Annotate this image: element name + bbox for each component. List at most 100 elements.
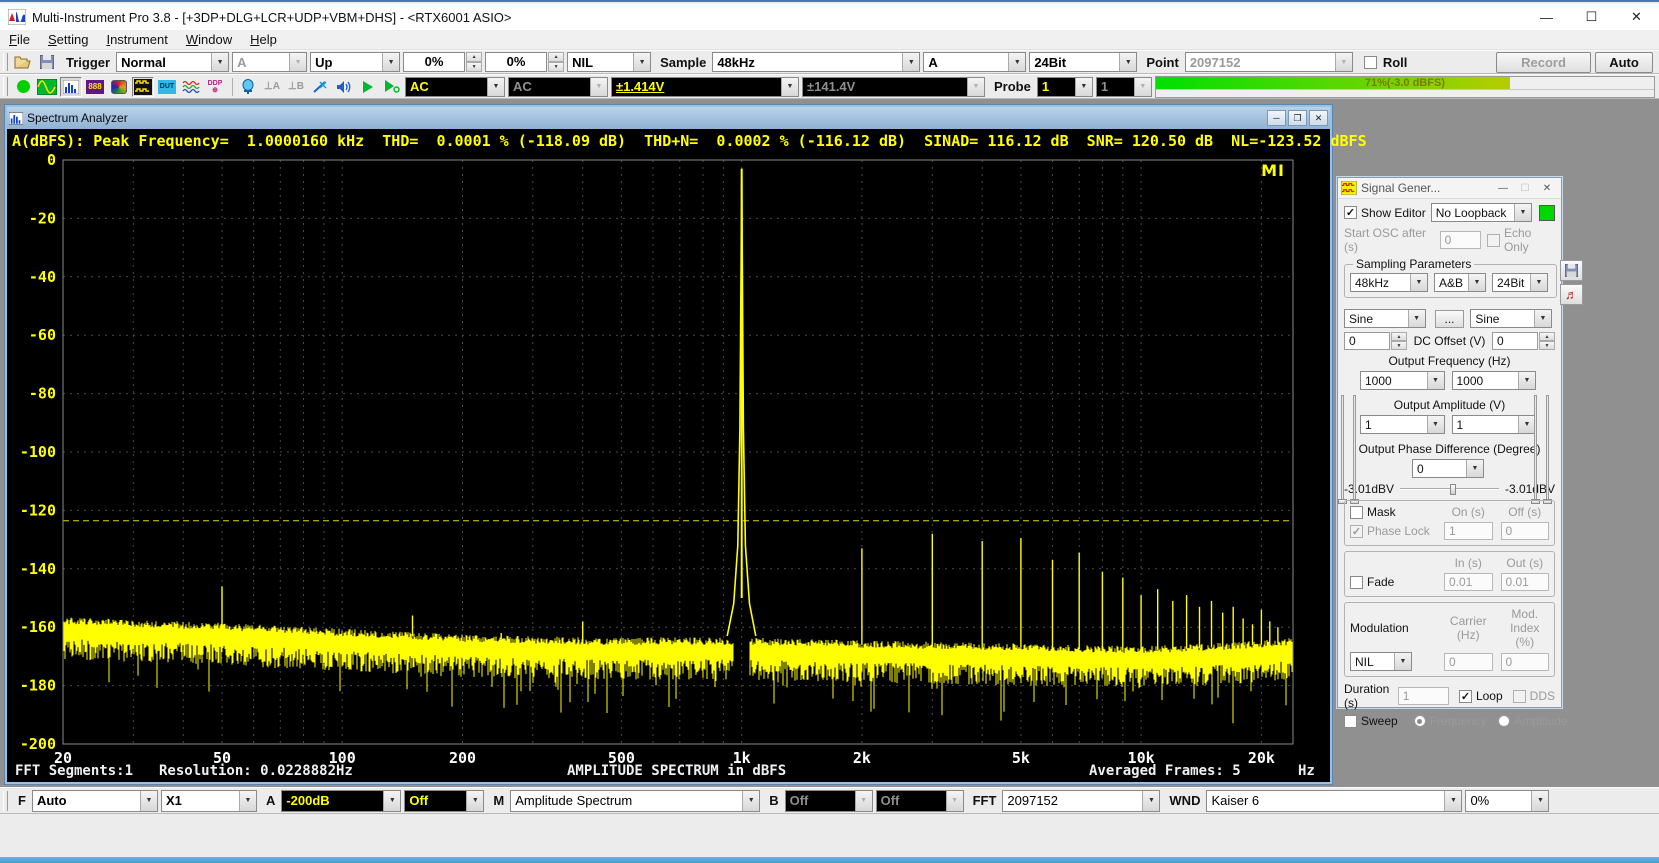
device-test-plan-icon[interactable]: DUT: [156, 77, 178, 97]
minimize-button[interactable]: —: [1492, 183, 1514, 194]
fade-checkbox[interactable]: [1350, 576, 1363, 589]
phase-lock-label: Phase Lock: [1367, 524, 1430, 538]
frequency-axis-select[interactable]: Auto▼: [32, 790, 158, 812]
menu-file[interactable]: File: [0, 32, 39, 47]
hpf-select[interactable]: NIL▼: [567, 52, 651, 72]
dc-offset-a-input[interactable]: 0: [1344, 332, 1390, 350]
spin-up-icon[interactable]: ▲: [548, 52, 564, 62]
amplitude-a-select[interactable]: 1▼: [1360, 415, 1445, 434]
loopback-select[interactable]: No Loopback▼: [1431, 203, 1532, 222]
toolbar-grip[interactable]: [3, 53, 8, 71]
phase-select[interactable]: 0▼: [1412, 459, 1484, 478]
waveform-b-select[interactable]: Sine▼: [1470, 309, 1552, 328]
auto-button-label: Auto: [1609, 55, 1639, 70]
chevron-down-icon: ▼: [946, 791, 963, 811]
music-note-button[interactable]: ♬: [1560, 284, 1583, 305]
fft-size-select[interactable]: 2097152▼: [1002, 790, 1160, 812]
close-button[interactable]: ✕: [1309, 110, 1328, 126]
signal-generator-title-bar[interactable]: Signal Gener... — ☐ ✕: [1338, 178, 1561, 199]
fade-in-input: 0.01: [1444, 573, 1493, 591]
gauge-icon[interactable]: [108, 77, 130, 97]
gen-sample-rate-select[interactable]: 48kHz▼: [1350, 273, 1428, 292]
spectrum-plot[interactable]: 0-20-40-60-80-100-120-140-160-180-200205…: [7, 129, 1330, 782]
trigger-source-value: A: [233, 55, 289, 70]
measurement-type-select[interactable]: Amplitude Spectrum▼: [510, 790, 760, 812]
sweep-checkbox[interactable]: [1344, 715, 1357, 728]
ground-b-icon[interactable]: ⊥B: [285, 77, 307, 97]
dc-offset-b-stepper[interactable]: ▲▼: [1539, 332, 1555, 350]
dc-offset-b-input[interactable]: 0: [1492, 332, 1538, 350]
gen-bits-select[interactable]: 24Bit▼: [1492, 273, 1548, 292]
play-record-icon[interactable]: [381, 77, 403, 97]
generator-run-indicator[interactable]: [1539, 205, 1555, 221]
toolbar-grip[interactable]: [3, 77, 8, 95]
save-file-icon[interactable]: [36, 52, 58, 72]
spectrum-analyzer-icon[interactable]: [60, 77, 82, 97]
open-file-icon[interactable]: [12, 52, 34, 72]
bell-icon[interactable]: [237, 77, 259, 97]
play-icon[interactable]: [357, 77, 379, 97]
restore-button[interactable]: ❐: [1288, 110, 1307, 126]
probe-a-select[interactable]: 1▼: [1037, 77, 1093, 97]
a-mode-select[interactable]: Off▼: [404, 790, 484, 812]
minimize-button[interactable]: ─: [1267, 110, 1286, 126]
menu-help[interactable]: Help: [241, 32, 286, 47]
trigger-delay-stepper[interactable]: 0% ▲▼: [485, 52, 564, 72]
modulation-type-select[interactable]: NIL▼: [1350, 652, 1412, 671]
spectrum-analyzer-window: Spectrum Analyzer ─ ❐ ✕ 0-20-40-60-80-10…: [5, 105, 1332, 784]
roll-checkbox[interactable]: [1364, 56, 1377, 69]
trigger-edge-select[interactable]: Up▼: [310, 52, 400, 72]
chevron-down-icon: ▼: [742, 791, 759, 811]
waveform-more-button[interactable]: ...: [1435, 310, 1465, 328]
toolbar-grip[interactable]: [3, 791, 8, 811]
minimize-button[interactable]: —: [1524, 4, 1569, 30]
sample-rate-select[interactable]: 48kHz▼: [712, 52, 920, 72]
chevron-down-icon: ▼: [1075, 78, 1092, 96]
zoom-select[interactable]: X1▼: [161, 790, 257, 812]
run-stop-icon[interactable]: [12, 77, 34, 97]
carrier-label: Carrier (Hz): [1444, 614, 1493, 642]
dc-offset-a-stepper[interactable]: ▲▼: [1391, 332, 1407, 350]
mask-checkbox[interactable]: [1350, 506, 1363, 519]
multimeter-icon[interactable]: 888: [84, 77, 106, 97]
amplitude-b-select[interactable]: 1▼: [1452, 415, 1537, 434]
waveform-a-select[interactable]: Sine▼: [1344, 309, 1426, 328]
frequency-b-select[interactable]: 1000▼: [1452, 371, 1537, 390]
probe-cal-icon[interactable]: [309, 77, 331, 97]
waveform-a-value: Sine: [1345, 312, 1408, 326]
window-function-select[interactable]: Kaiser 6▼: [1206, 790, 1462, 812]
menu-setting[interactable]: Setting: [39, 32, 97, 47]
oscilloscope-icon[interactable]: [36, 77, 58, 97]
show-editor-checkbox[interactable]: [1344, 206, 1357, 219]
bit-depth-select[interactable]: 24Bit▼: [1029, 52, 1137, 72]
save-waveform-button[interactable]: [1560, 260, 1583, 281]
a-range-select[interactable]: -200dB▼: [281, 790, 401, 812]
balance-slider[interactable]: [1400, 483, 1499, 495]
waveform-compare-icon[interactable]: [180, 77, 202, 97]
maximize-button[interactable]: ☐: [1569, 4, 1614, 30]
signal-generator-icon[interactable]: [132, 77, 154, 97]
close-button[interactable]: ✕: [1536, 183, 1558, 194]
ddp-viewer-icon[interactable]: DDP⊕: [204, 77, 226, 97]
coupling-a-select[interactable]: AC▼: [405, 77, 505, 97]
loop-checkbox[interactable]: [1459, 690, 1472, 703]
menu-window[interactable]: Window: [177, 32, 241, 47]
overlap-select[interactable]: 0%▼: [1465, 790, 1549, 812]
spin-down-icon[interactable]: ▼: [466, 62, 482, 72]
frequency-a-select[interactable]: 1000▼: [1360, 371, 1445, 390]
gen-channels-select[interactable]: A&B▼: [1434, 273, 1486, 292]
trigger-mode-select[interactable]: Normal▼: [116, 52, 229, 72]
trigger-level-stepper[interactable]: 0% ▲▼: [403, 52, 482, 72]
menu-instrument[interactable]: Instrument: [97, 32, 176, 47]
close-button[interactable]: ✕: [1614, 4, 1659, 30]
coupling-b-value: AC: [509, 79, 590, 94]
speaker-icon[interactable]: [333, 77, 355, 97]
balance-slider-thumb[interactable]: [1450, 484, 1456, 495]
spin-down-icon[interactable]: ▼: [548, 62, 564, 72]
auto-button[interactable]: Auto: [1595, 52, 1653, 73]
sample-channel-select[interactable]: A▼: [923, 52, 1026, 72]
spectrum-analyzer-title-bar[interactable]: Spectrum Analyzer ─ ❐ ✕: [7, 107, 1330, 129]
range-a-select[interactable]: ±1.414V▼: [611, 77, 799, 97]
ground-a-icon[interactable]: ⊥A: [261, 77, 283, 97]
spin-up-icon[interactable]: ▲: [466, 52, 482, 62]
